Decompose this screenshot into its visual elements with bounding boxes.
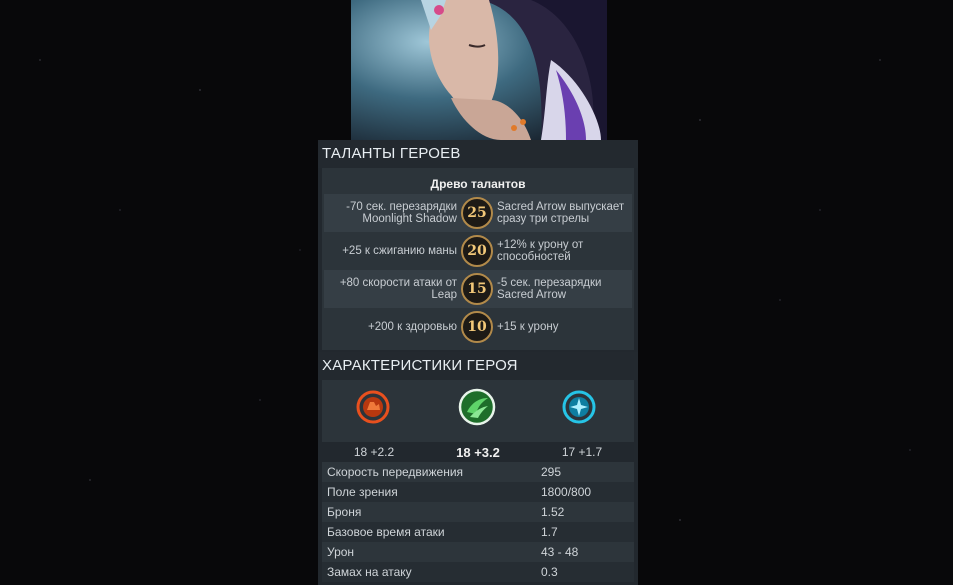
attribute-icons bbox=[322, 380, 634, 442]
talent-left-10: +200 к здоровью bbox=[368, 321, 457, 333]
agility-value: 18 +3.2 bbox=[456, 444, 500, 460]
talent-right-20: +12% к урону от способностей bbox=[497, 239, 584, 263]
intelligence-icon bbox=[562, 390, 596, 424]
stats-section-title: ХАРАКТЕРИСТИКИ ГЕРОЯ bbox=[318, 352, 638, 380]
talent-level-badge: 15 bbox=[461, 273, 493, 305]
talent-left-25: -70 сек. перезарядки Moonlight Shadow bbox=[346, 201, 457, 225]
talent-row-10: +200 к здоровью 10 +15 к урону bbox=[324, 308, 632, 346]
stat-label: Урон bbox=[327, 545, 355, 559]
stat-label: Базовое время атаки bbox=[327, 525, 445, 539]
stat-value: 295 bbox=[541, 465, 562, 479]
stat-value: 0.3 bbox=[541, 565, 558, 579]
talent-left-15: +80 скорости атаки от Leap bbox=[339, 277, 457, 301]
stat-value: 1800/800 bbox=[541, 485, 592, 499]
talent-level-badge: 20 bbox=[461, 235, 493, 267]
stat-value: 43 - 48 bbox=[541, 545, 579, 559]
stat-row: Броня 1.52 bbox=[322, 502, 634, 522]
talent-right-10: +15 к урону bbox=[497, 321, 559, 333]
talent-tree: Древо талантов -70 сек. перезарядки Moon… bbox=[322, 168, 634, 350]
stat-row: Замах на атаку 0.3 bbox=[322, 562, 634, 582]
intelligence-value: 17 +1.7 bbox=[561, 445, 603, 459]
stat-label: Замах на атаку bbox=[327, 565, 412, 579]
hero-portrait-art bbox=[351, 0, 607, 140]
talent-right-15: -5 сек. перезарядки Sacred Arrow bbox=[497, 277, 602, 301]
stat-row: Базовое время атаки 1.7 bbox=[322, 522, 634, 542]
talent-level-badge: 25 bbox=[461, 197, 493, 229]
attribute-values: 18 +2.2 18 +3.2 17 +1.7 bbox=[322, 442, 634, 462]
stat-value: 1.7 bbox=[541, 525, 558, 539]
talent-row-15: +80 скорости атаки от Leap 15 -5 сек. пе… bbox=[324, 270, 632, 308]
hero-portrait bbox=[351, 0, 607, 140]
agility-icon bbox=[458, 388, 496, 426]
stat-row: Поле зрения 1800/800 bbox=[322, 482, 634, 502]
stat-label: Броня bbox=[327, 505, 362, 519]
talent-left-20: +25 к сжиганию маны bbox=[342, 245, 457, 257]
strength-value: 18 +2.2 bbox=[353, 445, 395, 459]
talent-level-badge: 10 bbox=[461, 311, 493, 343]
talent-tree-title: Древо талантов bbox=[430, 177, 526, 191]
stat-row: Урон 43 - 48 bbox=[322, 542, 634, 562]
stat-value: 1.52 bbox=[541, 505, 565, 519]
talent-row-25: -70 сек. перезарядки Moonlight Shadow 25… bbox=[324, 194, 632, 232]
talent-row-20: +25 к сжиганию маны 20 +12% к урону от с… bbox=[324, 232, 632, 270]
stat-label: Скорость передвижения bbox=[327, 465, 464, 479]
strength-icon bbox=[356, 390, 390, 424]
talents-section-title: ТАЛАНТЫ ГЕРОЕВ bbox=[318, 140, 638, 168]
stat-row: Скорость передвижения 295 bbox=[322, 462, 634, 482]
hero-info-panel: ТАЛАНТЫ ГЕРОЕВ Древо талантов -70 сек. п… bbox=[318, 140, 638, 585]
talent-right-25: Sacred Arrow выпускает сразу три стрелы bbox=[497, 201, 625, 225]
stat-label: Поле зрения bbox=[327, 485, 398, 499]
